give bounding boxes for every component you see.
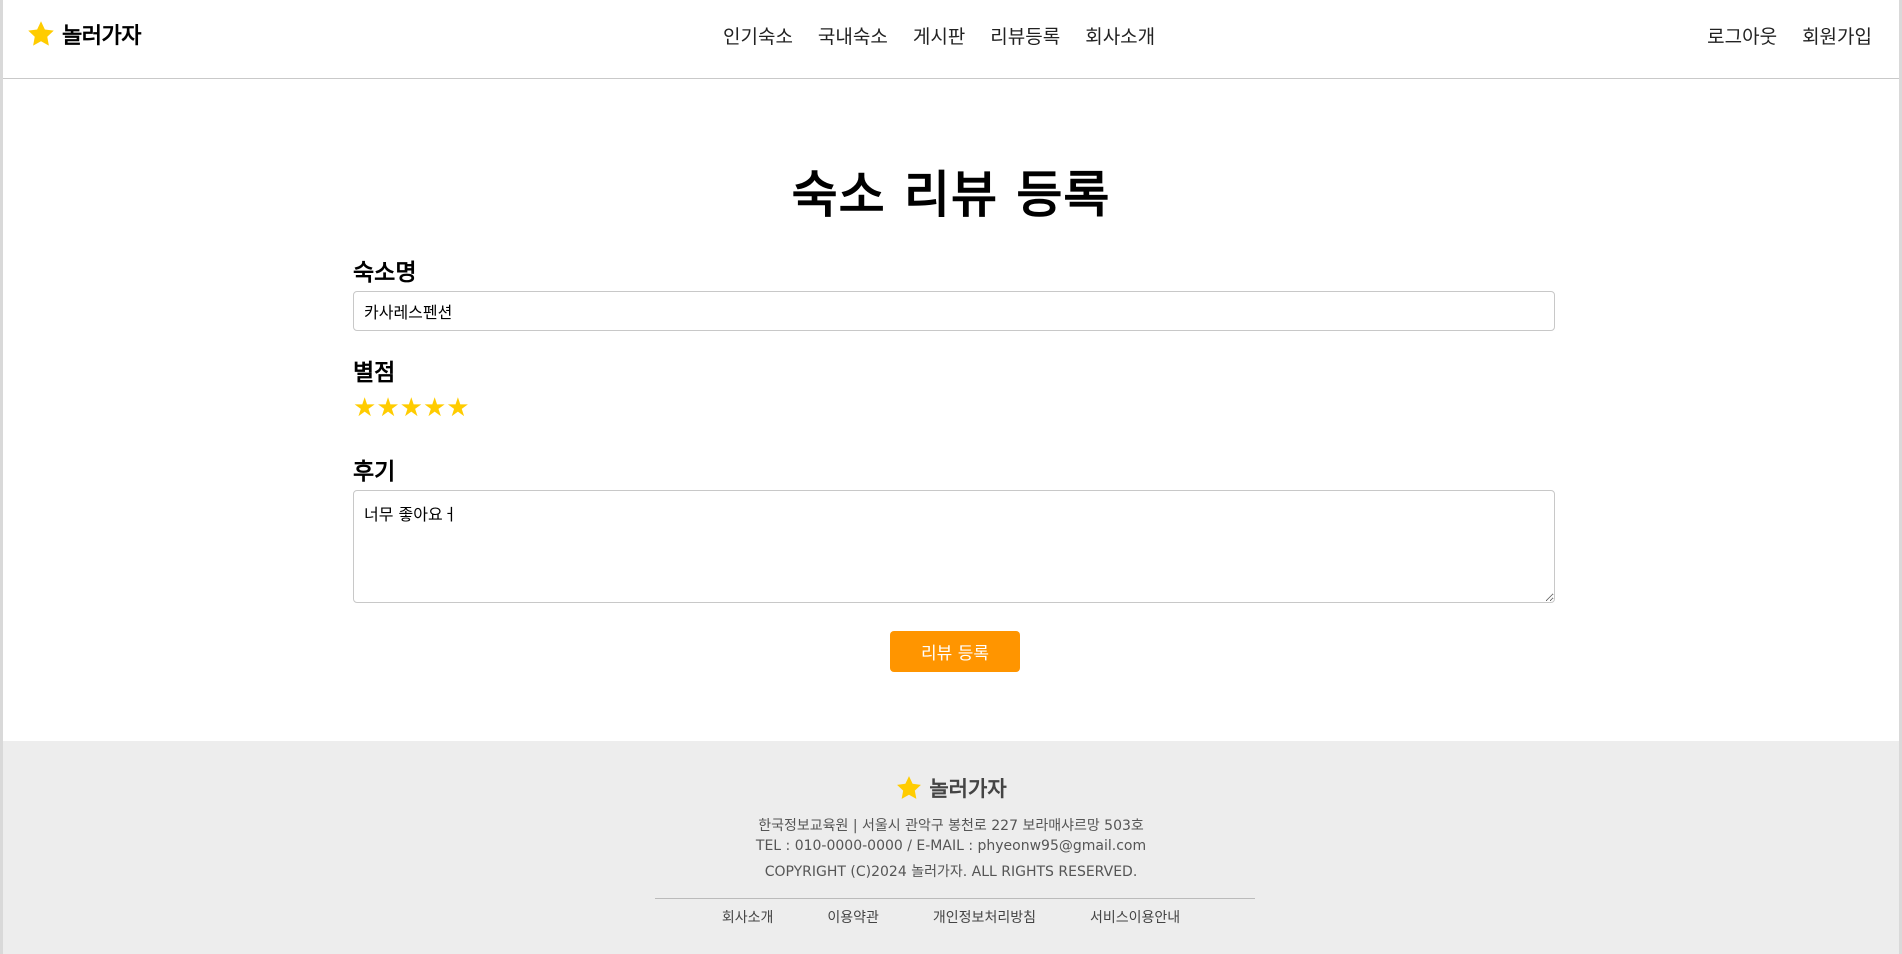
rating-star-5-icon[interactable]: ★ xyxy=(446,394,469,422)
site-footer: 놀러가자 한국정보교육원 | 서울시 관악구 봉천로 227 보라매샤르망 50… xyxy=(3,741,1899,954)
page: 놀러가자 인기숙소 국내숙소 게시판 리뷰등록 회사소개 로그아웃 회원가입 숙… xyxy=(0,0,1902,954)
footer-links: 회사소개 이용약관 개인정보처리방침 서비스이용안내 xyxy=(3,907,1899,927)
site-header: 놀러가자 인기숙소 국내숙소 게시판 리뷰등록 회사소개 로그아웃 회원가입 xyxy=(3,0,1899,79)
footer-brand-name: 놀러가자 xyxy=(929,777,1007,801)
footer-link-company[interactable]: 회사소개 xyxy=(722,907,774,927)
rating-star-4-icon[interactable]: ★ xyxy=(423,394,446,422)
signup-link[interactable]: 회원가입 xyxy=(1802,22,1872,49)
nav-domestic[interactable]: 국내숙소 xyxy=(818,22,888,49)
star-icon xyxy=(897,776,922,799)
submit-review-button[interactable]: 리뷰 등록 xyxy=(890,631,1020,672)
nav-board[interactable]: 게시판 xyxy=(913,22,965,49)
brand-logo[interactable]: 놀러가자 xyxy=(26,18,141,50)
footer-contact: TEL : 010-0000-0000 / E-MAIL : phyeonw95… xyxy=(755,838,1147,854)
accommodation-name-input[interactable] xyxy=(353,291,1555,331)
star-icon xyxy=(28,21,54,46)
rating-label: 별점 xyxy=(353,360,396,386)
nav-popular[interactable]: 인기숙소 xyxy=(723,22,793,49)
accommodation-name-label: 숙소명 xyxy=(353,260,417,286)
star-rating: ★ ★ ★ ★ ★ xyxy=(353,394,470,422)
footer-brand: 놀러가자 xyxy=(3,773,1899,803)
footer-link-privacy[interactable]: 개인정보처리방침 xyxy=(933,907,1036,927)
main-nav: 인기숙소 국내숙소 게시판 리뷰등록 회사소개 xyxy=(723,22,1155,49)
page-title: 숙소 리뷰 등록 xyxy=(791,166,1111,224)
review-textarea[interactable]: 너무 좋아요ㅓ xyxy=(353,490,1555,603)
brand-name: 놀러가자 xyxy=(62,24,141,49)
footer-copyright: COPYRIGHT (C)2024 놀러가자. ALL RIGHTS RESER… xyxy=(764,864,1138,880)
logout-link[interactable]: 로그아웃 xyxy=(1707,22,1777,49)
footer-address: 한국정보교육원 | 서울시 관악구 봉천로 227 보라매샤르망 503호 xyxy=(758,818,1144,834)
footer-divider xyxy=(655,898,1255,899)
review-label: 후기 xyxy=(353,459,396,485)
nav-company[interactable]: 회사소개 xyxy=(1085,22,1155,49)
nav-review-register[interactable]: 리뷰등록 xyxy=(990,22,1060,49)
rating-star-3-icon[interactable]: ★ xyxy=(400,394,423,422)
footer-link-terms[interactable]: 이용약관 xyxy=(827,907,879,927)
footer-link-service[interactable]: 서비스이용안내 xyxy=(1090,907,1180,927)
rating-star-2-icon[interactable]: ★ xyxy=(376,394,399,422)
auth-links: 로그아웃 회원가입 xyxy=(1707,22,1872,49)
rating-star-1-icon[interactable]: ★ xyxy=(353,394,376,422)
